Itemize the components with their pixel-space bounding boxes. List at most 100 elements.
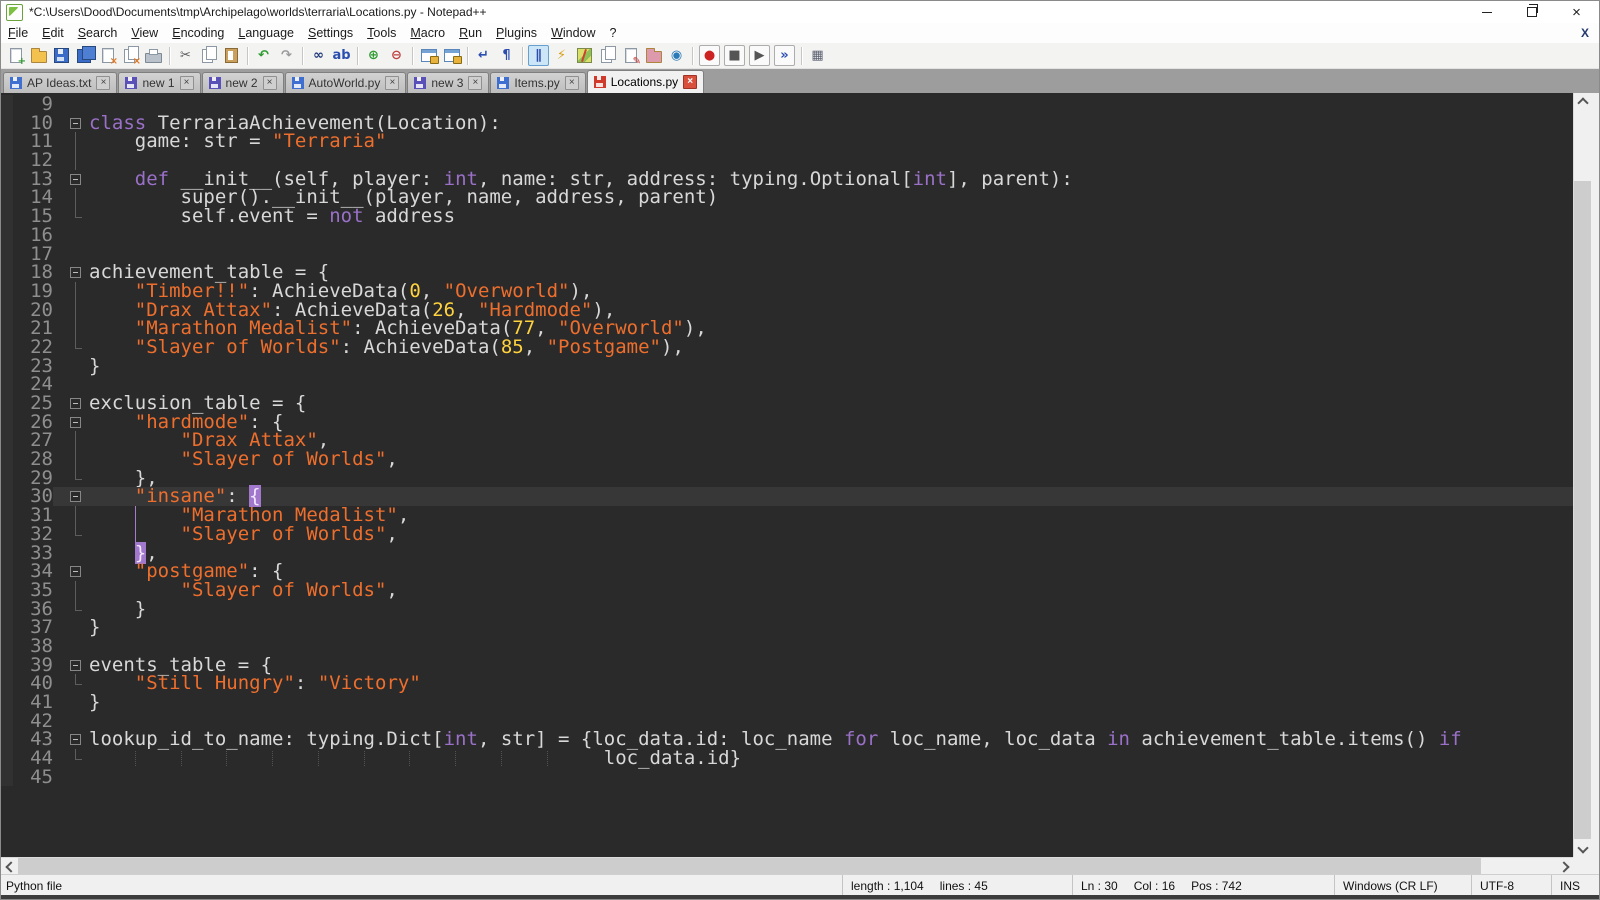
editor[interactable]: 910class TerrariaAchievement(Location):1… [1, 93, 1573, 857]
indent-guide [181, 751, 182, 766]
vertical-scrollbar[interactable] [1573, 93, 1591, 857]
show-all-characters-icon[interactable]: ¶ [496, 45, 517, 66]
status-insert-mode[interactable]: INS [1551, 875, 1599, 896]
menu-macro[interactable]: Macro [403, 24, 452, 42]
indent-guide-icon[interactable]: ∥ [528, 45, 549, 66]
code-text: "Slayer of Worlds", [89, 581, 1573, 600]
sync-vertical-icon[interactable] [418, 45, 439, 66]
scrollbar-corner [1573, 857, 1591, 874]
file-monitoring-icon[interactable]: ◉ [666, 45, 687, 66]
tab-close-icon[interactable]: × [180, 76, 194, 90]
notepadpp-app-icon [6, 4, 23, 21]
menu-settings[interactable]: Settings [301, 24, 360, 42]
zoom-in-icon[interactable]: ⊕ [363, 45, 384, 66]
close-icon[interactable]: × [97, 45, 118, 66]
scroll-left-arrow-icon[interactable] [1, 858, 18, 875]
macro-run-multiple-icon[interactable]: » [774, 45, 795, 66]
restore-button[interactable] [1509, 1, 1554, 23]
save-icon[interactable] [51, 45, 72, 66]
copy-icon[interactable] [198, 45, 219, 66]
function-list-icon[interactable]: ⚡ [551, 45, 572, 66]
fold-margin [63, 226, 89, 245]
word-wrap-icon[interactable]: ↵ [473, 45, 494, 66]
scroll-right-arrow-icon[interactable] [1556, 858, 1573, 875]
window-title: *C:\Users\Dood\Documents\tmp\Archipelago… [29, 5, 487, 19]
tab-close-icon[interactable]: × [263, 76, 277, 90]
undo-icon[interactable]: ↶ [253, 45, 274, 66]
new-file-icon[interactable]: + [5, 45, 26, 66]
cut-icon[interactable]: ✂ [175, 45, 196, 66]
toolbar-separator [522, 47, 523, 65]
document-list-icon[interactable] [597, 45, 618, 66]
minimize-button[interactable] [1464, 1, 1509, 23]
toolbar-separator [169, 47, 170, 65]
tab-new-3[interactable]: new 3× [407, 72, 489, 93]
tab-autoworld-py[interactable]: AutoWorld.py× [285, 72, 407, 93]
fold-guide-end [75, 749, 82, 760]
menu-encoding[interactable]: Encoding [165, 24, 231, 42]
zoom-out-icon[interactable]: ⊖ [386, 45, 407, 66]
menu-view[interactable]: View [124, 24, 165, 42]
fold-marker[interactable] [70, 118, 81, 129]
menu-plugins[interactable]: Plugins [489, 24, 544, 42]
horizontal-scrollbar-thumb[interactable] [18, 858, 1481, 874]
project-panel-icon[interactable] [643, 45, 664, 66]
bookmark-margin [1, 730, 13, 749]
macro-record-icon[interactable]: ● [699, 45, 720, 66]
menu-tools[interactable]: Tools [360, 24, 403, 42]
tab-new-1[interactable]: new 1× [118, 72, 200, 93]
fold-marker[interactable] [70, 491, 81, 502]
scroll-up-arrow-icon[interactable] [1574, 93, 1591, 110]
redo-icon[interactable]: ↷ [276, 45, 297, 66]
code-line: 32 "Slayer of Worlds", [1, 525, 1573, 544]
code-text: "Slayer of Worlds", [89, 450, 1573, 469]
replace-icon[interactable]: ab [331, 45, 352, 66]
menu-file[interactable]: File [1, 24, 35, 42]
close-document-x[interactable]: X [1581, 26, 1589, 40]
save-all-icon[interactable] [74, 45, 95, 66]
menu-language[interactable]: Language [231, 24, 301, 42]
tab-close-icon[interactable]: × [96, 76, 110, 90]
menu-run[interactable]: Run [452, 24, 489, 42]
tab-locations-py[interactable]: Locations.py× [587, 70, 704, 93]
tab-new-2[interactable]: new 2× [202, 72, 284, 93]
tab-close-icon[interactable]: × [468, 76, 482, 90]
tab-close-icon[interactable]: × [385, 76, 399, 90]
fold-margin [63, 562, 89, 581]
tab-close-icon[interactable]: × [565, 76, 579, 90]
document-map-icon[interactable] [574, 45, 595, 66]
print-icon[interactable] [143, 45, 164, 66]
fold-marker[interactable] [70, 398, 81, 409]
fold-marker[interactable] [70, 267, 81, 278]
fold-marker[interactable] [70, 417, 81, 428]
fold-marker[interactable] [70, 566, 81, 577]
menu-window[interactable]: Window [544, 24, 602, 42]
find-icon[interactable]: ∞ [308, 45, 329, 66]
macro-save-icon[interactable]: ▦ [807, 45, 828, 66]
paste-icon[interactable] [221, 45, 242, 66]
macro-play-icon[interactable]: ▶ [749, 45, 770, 66]
document-switcher-icon[interactable]: ✎ [620, 45, 641, 66]
vertical-scrollbar-thumb[interactable] [1574, 181, 1591, 839]
macro-stop-icon[interactable]: ■ [724, 45, 745, 66]
menu-[interactable]: ? [603, 24, 624, 42]
fold-marker[interactable] [70, 174, 81, 185]
status-eol-format[interactable]: Windows (CR LF) [1334, 875, 1471, 896]
tab-items-py[interactable]: Items.py× [490, 72, 585, 93]
fold-marker[interactable] [70, 660, 81, 671]
close-button[interactable]: × [1554, 1, 1599, 23]
tab-close-icon[interactable]: × [683, 75, 697, 89]
menu-bar: FileEditSearchViewEncodingLanguageSettin… [1, 23, 1599, 43]
menu-edit[interactable]: Edit [35, 24, 71, 42]
fold-margin [63, 431, 89, 450]
open-file-icon[interactable] [28, 45, 49, 66]
tab-ap-ideas-txt[interactable]: AP Ideas.txt× [3, 72, 117, 93]
status-encoding[interactable]: UTF-8 [1471, 875, 1551, 896]
sync-horizontal-icon[interactable] [441, 45, 462, 66]
horizontal-scrollbar[interactable] [1, 857, 1573, 874]
bookmark-margin [1, 693, 13, 712]
menu-search[interactable]: Search [71, 24, 125, 42]
close-all-icon[interactable]: × [120, 45, 141, 66]
scroll-down-arrow-icon[interactable] [1574, 840, 1591, 857]
fold-marker[interactable] [70, 734, 81, 745]
